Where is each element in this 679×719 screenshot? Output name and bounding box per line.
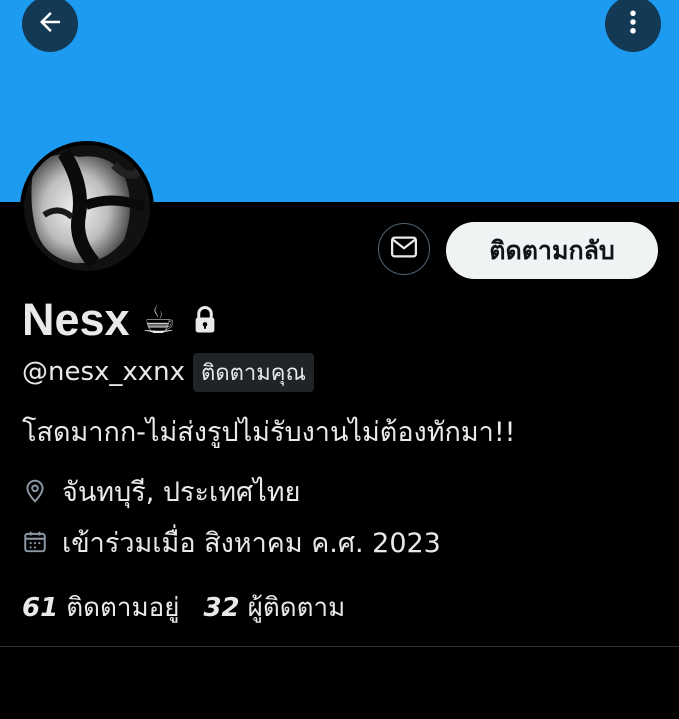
- profile-avatar[interactable]: [20, 141, 154, 275]
- more-vertical-icon: [618, 7, 648, 41]
- profile-bio: โสดมากก-ไม่ส่งรูปไม่รับงานไม่ต้องทักมา!!: [22, 417, 516, 448]
- following-count: 61: [22, 592, 59, 623]
- profile-name: Nesx: [22, 294, 130, 345]
- follow-stats: 61 ติดตามอยู่ 32 ผู้ติดตาม: [22, 588, 345, 626]
- following-label: ติดตามอยู่: [66, 592, 180, 623]
- profile-name-row: Nesx ☕: [22, 292, 220, 348]
- followers-count: 32: [203, 592, 240, 623]
- lock-icon: [190, 303, 220, 337]
- join-date-row: เข้าร่วมเมื่อ สิงหาคม ค.ศ. 2023: [22, 524, 441, 560]
- handle-row: @nesx_xxnx ติดตามคุณ: [22, 352, 314, 392]
- location-text: จันทบุรี, ประเทศไทย: [62, 476, 301, 508]
- location-pin-icon: [22, 477, 52, 505]
- divider: [0, 646, 679, 647]
- following-stat[interactable]: 61 ติดตามอยู่: [22, 587, 179, 628]
- follows-you-badge: ติดตามคุณ: [193, 352, 314, 392]
- profile-handle: @nesx_xxnx: [22, 357, 186, 387]
- envelope-icon: [389, 232, 419, 266]
- calendar-icon: [22, 528, 52, 556]
- message-button[interactable]: [378, 223, 430, 275]
- coffee-emoji: ☕: [141, 298, 176, 342]
- followers-stat[interactable]: 32 ผู้ติดตาม: [203, 587, 345, 628]
- followers-label: ผู้ติดตาม: [247, 592, 346, 623]
- follow-back-button[interactable]: ติดตามกลับ: [446, 222, 658, 279]
- location-row: จันทบุรี, ประเทศไทย: [22, 473, 300, 509]
- arrow-left-icon: [35, 7, 65, 41]
- join-date-text: เข้าร่วมเมื่อ สิงหาคม ค.ศ. 2023: [62, 527, 441, 559]
